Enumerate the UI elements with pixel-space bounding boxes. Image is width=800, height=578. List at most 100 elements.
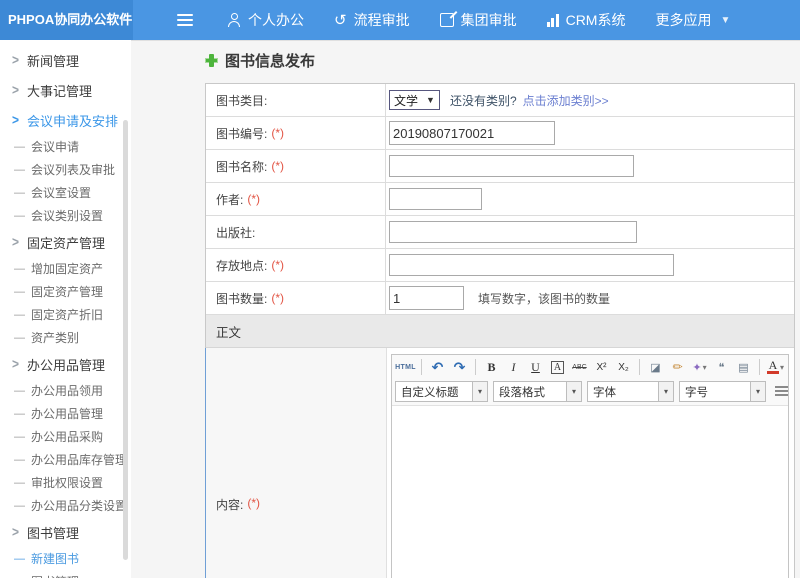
chevron-right-icon: > [12,112,19,128]
toolbar-separator [421,359,422,375]
sidebar-item-17[interactable]: —审批权限设置 [0,471,131,494]
publisher-input[interactable] [389,221,637,243]
eraser-icon[interactable]: ◪ [645,357,666,377]
font-size-select[interactable]: 字号▾ [679,381,766,402]
nav-item-label: 更多应用 [655,10,711,30]
chevron-right-icon: > [12,52,19,68]
sidebar-item-6[interactable]: —会议类别设置 [0,204,131,227]
storage-location-input[interactable] [389,254,674,276]
underline-icon[interactable]: U [525,357,546,377]
content-row: 内容: (*) HTML↶↷BIUAABCX²X₂◪✏✦▾❝▤A▾ab▾≡▾≡▾… [205,348,794,578]
sidebar-item-20[interactable]: — 新建图书 [0,547,131,570]
author-input[interactable] [389,188,482,210]
nav-item-personal-office[interactable]: 个人办公 [227,10,304,30]
dash-icon: — [14,263,25,275]
font-border-icon[interactable]: A [547,357,568,377]
highlight-color-icon[interactable]: ab▾ [787,357,788,377]
sidebar-item-label: 会议室设置 [31,184,91,201]
sidebar-group-2[interactable]: >会议申请及安排 [0,105,131,135]
sidebar-item-9[interactable]: —固定资产管理 [0,280,131,303]
chevron-down-icon: ▾ [658,382,673,401]
paragraph-format-select[interactable]: 段落格式▾ [493,381,582,402]
sidebar-item-8[interactable]: — 增加固定资产 [0,257,131,280]
add-category-link[interactable]: 点击添加类别>> [523,92,609,109]
font-color-icon[interactable]: A▾ [765,357,786,377]
form-row-author: 作者:(*) [206,183,794,216]
menu-toggle-icon[interactable] [177,14,193,26]
sidebar-group-1[interactable]: >大事记管理 [0,75,131,105]
no-category-note: 还没有类别? [450,92,517,109]
superscript-icon[interactable]: X² [591,357,612,377]
flow-approval-icon: ↺ [334,13,347,28]
app-window: PHPOA协同办公软件 个人办公↺流程审批集团审批CRM系统更多应用▼ >新闻管… [0,0,800,578]
add-icon [205,54,218,67]
field-label: 出版社: [206,216,386,248]
html-source-icon[interactable]: HTML [395,357,416,377]
sidebar-item-16[interactable]: —办公用品库存管理 [0,448,131,471]
field-value-cell: 填写数字，该图书的数量 [386,282,794,314]
font-family-select[interactable]: 字体▾ [587,381,674,402]
align-left-icon[interactable] [771,382,788,402]
dash-icon: — [14,309,25,321]
sidebar-item-10[interactable]: —固定资产折旧 [0,303,131,326]
sidebar-item-label: 新建图书 [31,550,79,567]
undo-icon[interactable]: ↶ [427,357,448,377]
field-value-cell: 文学▼ 还没有类别? 点击添加类别>> [386,84,794,116]
form-row-storage-location: 存放地点:(*) [206,249,794,282]
book-quantity-input[interactable] [389,286,464,310]
book-category-select[interactable]: 文学▼ [389,90,440,110]
dash-icon: — [14,553,25,565]
sidebar-group-19[interactable]: >图书管理 [0,517,131,547]
nav-item-label: 集团审批 [461,10,517,30]
field-value-cell [386,216,794,248]
subscript-icon[interactable]: X₂ [613,357,634,377]
nav-item-workflow-approval[interactable]: ↺流程审批 [334,10,410,30]
paste-text-icon[interactable]: ▤ [733,357,754,377]
book-name-input[interactable] [389,155,634,177]
redo-icon[interactable]: ↷ [449,357,470,377]
sidebar-item-3[interactable]: —会议申请 [0,135,131,158]
sidebar-item-5[interactable]: —会议室设置 [0,181,131,204]
strikethrough-icon[interactable]: ABC [569,357,590,377]
dash-icon: — [14,385,25,397]
field-value-cell [386,183,794,215]
format-brush-icon[interactable]: ✏ [667,357,688,377]
sidebar-item-label: 增加固定资产 [31,260,103,277]
blockquote-icon[interactable]: ❝ [711,357,732,377]
sidebar-item-11[interactable]: —资产类别 [0,326,131,349]
sidebar-item-label: 办公用品采购 [31,428,103,445]
chevron-down-icon: ▼ [720,15,730,26]
sidebar-item-label: 大事记管理 [27,81,92,100]
app-header: PHPOA协同办公软件 个人办公↺流程审批集团审批CRM系统更多应用▼ [0,0,800,40]
sidebar-item-14[interactable]: —办公用品管理 [0,402,131,425]
sidebar-group-0[interactable]: >新闻管理 [0,45,131,75]
rich-text-editor: HTML↶↷BIUAABCX²X₂◪✏✦▾❝▤A▾ab▾≡▾≡▾ 自定义标题▾段… [391,354,789,578]
form-row-book-number: 图书编号:(*) [206,117,794,150]
sidebar-group-7[interactable]: >固定资产管理 [0,227,131,257]
sidebar-group-12[interactable]: >办公用品管理 [0,349,131,379]
chevron-down-icon: ▾ [566,382,581,401]
nav-item-group-approval[interactable]: 集团审批 [440,10,517,30]
sidebar-item-21[interactable]: —图书管理 [0,570,131,578]
book-form: 图书类目:文学▼还没有类别?点击添加类别>>图书编号:(*)图书名称:(*)作者… [205,83,795,578]
page-title-text: 图书信息发布 [225,50,315,71]
sidebar-scrollbar[interactable] [123,120,128,560]
required-marker: (*) [247,496,260,510]
field-label: 图书类目: [206,84,386,116]
bold-icon[interactable]: B [481,357,502,377]
sidebar-item-label: 审批权限设置 [31,474,103,491]
nav-item-more-apps[interactable]: 更多应用 ▼ [655,10,730,30]
nav-item-crm-system[interactable]: CRM系统 [547,10,626,30]
sidebar-item-13[interactable]: —办公用品领用 [0,379,131,402]
sidebar-item-label: 固定资产管理 [31,283,103,300]
magic-format-icon[interactable]: ✦▾ [689,357,710,377]
italic-icon[interactable]: I [503,357,524,377]
book-number-input[interactable] [389,121,555,145]
person-icon [227,13,241,27]
sidebar-item-18[interactable]: —办公用品分类设置 [0,494,131,517]
sidebar-item-4[interactable]: —会议列表及审批 [0,158,131,181]
editor-content-area[interactable] [392,406,788,578]
custom-title-select[interactable]: 自定义标题▾ [395,381,488,402]
sidebar-item-15[interactable]: —办公用品采购 [0,425,131,448]
toolbar-separator [475,359,476,375]
